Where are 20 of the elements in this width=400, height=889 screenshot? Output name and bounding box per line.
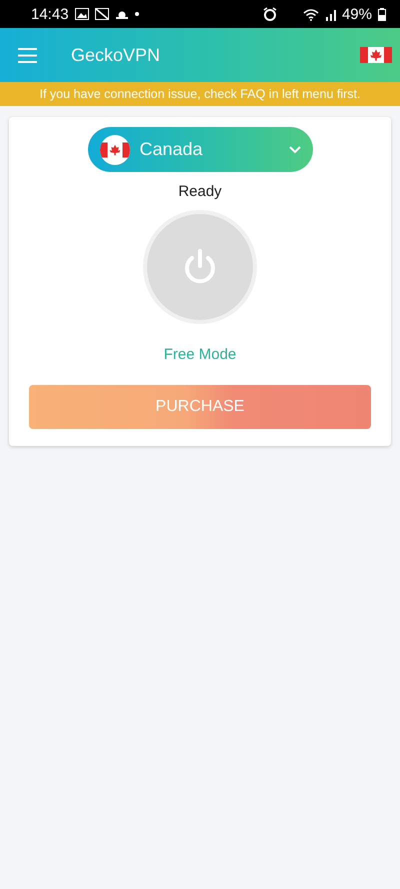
flag-icon <box>360 44 392 66</box>
image-icon <box>74 8 89 20</box>
crossed-image-icon <box>94 8 109 20</box>
mode-label: Free Mode <box>164 346 236 363</box>
country-selector[interactable]: Canada <box>88 127 312 172</box>
signal-icon <box>324 8 336 20</box>
clock-time: 14:43 <box>31 6 69 22</box>
notice-banner: If you have connection issue, check FAQ in left menu first. <box>0 82 400 106</box>
chevron-down-icon <box>288 146 300 154</box>
battery-icon <box>378 8 386 20</box>
purchase-button[interactable]: PURCHASE <box>29 385 371 429</box>
dot-icon <box>134 12 139 16</box>
connection-status: Ready <box>178 183 222 200</box>
app-title: GeckoVPN <box>71 44 162 66</box>
battery-percent: 49% <box>342 6 372 22</box>
alarm-icon <box>262 7 277 21</box>
power-icon <box>182 248 218 286</box>
menu-icon[interactable] <box>18 48 37 62</box>
flag-icon <box>100 140 130 160</box>
wifi-icon <box>302 8 319 20</box>
